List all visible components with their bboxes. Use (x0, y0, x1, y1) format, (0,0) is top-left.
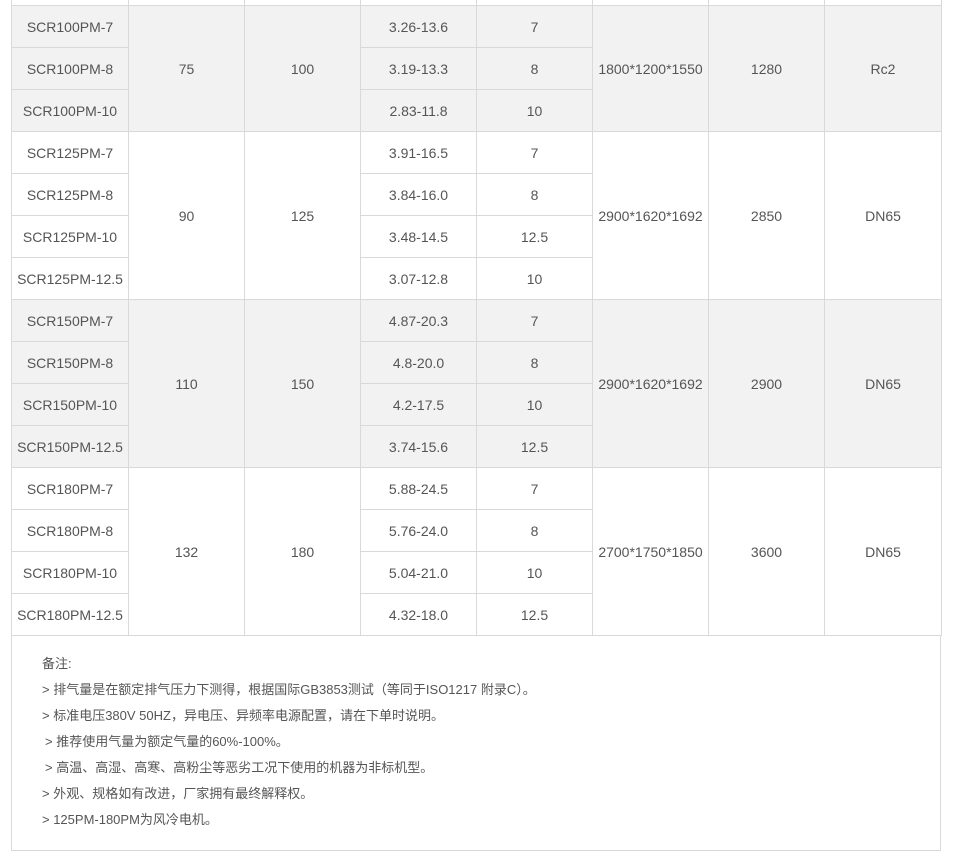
power-hp-cell: 180 (244, 467, 361, 636)
note-line: > 排气量是在额定排气压力下测得，根据国际GB3853测试（等同于ISO1217… (42, 682, 536, 697)
pressure-cell: 8 (476, 341, 593, 384)
flow-cell: 5.76-24.0 (360, 509, 477, 552)
note-line: > 外观、规格如有改进，厂家拥有最终解释权。 (42, 786, 314, 801)
table-row: SCR125PM-7 90 125 3.91-16.5 7 2900*1620*… (11, 131, 942, 300)
pressure-cell: 10 (476, 551, 593, 594)
flow-cell: 3.91-16.5 (360, 131, 477, 174)
pressure-cell: 10 (476, 383, 593, 426)
pressure-cell: 8 (476, 509, 593, 552)
pressure-cell: 12.5 (476, 593, 593, 636)
flow-cell: 3.84-16.0 (360, 173, 477, 216)
model-cell: SCR180PM-8 (11, 509, 129, 552)
pressure-cell: 12.5 (476, 215, 593, 258)
flow-cell: 5.88-24.5 (360, 467, 477, 510)
model-cell: SCR125PM-10 (11, 215, 129, 258)
pressure-cell: 12.5 (476, 425, 593, 468)
outlet-cell: DN65 (824, 299, 942, 468)
model-cell: SCR180PM-7 (11, 467, 129, 510)
flow-cell: 4.32-18.0 (360, 593, 477, 636)
dimensions-cell: 2900*1620*1692 (592, 131, 709, 300)
note-line: > 125PM-180PM为风冷电机。 (42, 812, 218, 827)
weight-cell: 2850 (708, 131, 825, 300)
spec-table-container: SCR100PM-7 75 100 3.26-13.6 7 1800*1200*… (11, 0, 942, 851)
model-cell: SCR150PM-8 (11, 341, 129, 384)
flow-cell: 4.2-17.5 (360, 383, 477, 426)
table-row: SCR180PM-7 132 180 5.88-24.5 7 2700*1750… (11, 467, 942, 636)
weight-cell: 3600 (708, 467, 825, 636)
model-cell: SCR180PM-10 (11, 551, 129, 594)
flow-cell: 5.04-21.0 (360, 551, 477, 594)
flow-cell: 2.83-11.8 (360, 89, 477, 132)
power-kw-cell: 110 (128, 299, 245, 468)
flow-cell: 3.48-14.5 (360, 215, 477, 258)
power-kw-cell: 75 (128, 5, 245, 132)
model-cell: SCR150PM-10 (11, 383, 129, 426)
pressure-cell: 10 (476, 257, 593, 300)
model-cell: SCR125PM-7 (11, 131, 129, 174)
power-hp-cell: 150 (244, 299, 361, 468)
dimensions-cell: 2900*1620*1692 (592, 299, 709, 468)
pressure-cell: 7 (476, 131, 593, 174)
notes-box: 备注: > 排气量是在额定排气压力下测得，根据国际GB3853测试（等同于ISO… (11, 636, 941, 851)
model-cell: SCR150PM-7 (11, 299, 129, 342)
model-cell: SCR100PM-8 (11, 47, 129, 90)
outlet-cell: DN65 (824, 131, 942, 300)
model-cell: SCR125PM-12.5 (11, 257, 129, 300)
note-line: > 推荐使用气量为额定气量的60%-100%。 (45, 734, 289, 749)
power-hp-cell: 125 (244, 131, 361, 300)
pressure-cell: 7 (476, 5, 593, 48)
weight-cell: 2900 (708, 299, 825, 468)
power-kw-cell: 132 (128, 467, 245, 636)
pressure-cell: 10 (476, 89, 593, 132)
flow-cell: 4.87-20.3 (360, 299, 477, 342)
model-cell: SCR180PM-12.5 (11, 593, 129, 636)
dimensions-cell: 2700*1750*1850 (592, 467, 709, 636)
pressure-cell: 7 (476, 467, 593, 510)
model-cell: SCR150PM-12.5 (11, 425, 129, 468)
notes-title: 备注: (42, 656, 72, 671)
spec-table: SCR100PM-7 75 100 3.26-13.6 7 1800*1200*… (11, 0, 942, 636)
pressure-cell: 8 (476, 47, 593, 90)
outlet-cell: DN65 (824, 467, 942, 636)
power-kw-cell: 90 (128, 131, 245, 300)
table-row: SCR100PM-7 75 100 3.26-13.6 7 1800*1200*… (11, 5, 942, 132)
flow-cell: 3.07-12.8 (360, 257, 477, 300)
power-hp-cell: 100 (244, 5, 361, 132)
model-cell: SCR100PM-10 (11, 89, 129, 132)
pressure-cell: 7 (476, 299, 593, 342)
note-line: > 高温、高湿、高寒、高粉尘等恶劣工况下使用的机器为非标机型。 (45, 760, 434, 775)
note-line: > 标准电压380V 50HZ，异电压、异频率电源配置，请在下单时说明。 (42, 708, 444, 723)
flow-cell: 3.26-13.6 (360, 5, 477, 48)
flow-cell: 3.19-13.3 (360, 47, 477, 90)
model-cell: SCR100PM-7 (11, 5, 129, 48)
model-cell: SCR125PM-8 (11, 173, 129, 216)
dimensions-cell: 1800*1200*1550 (592, 5, 709, 132)
weight-cell: 1280 (708, 5, 825, 132)
table-row: SCR150PM-7 110 150 4.87-20.3 7 2900*1620… (11, 299, 942, 468)
pressure-cell: 8 (476, 173, 593, 216)
spec-table-body: SCR100PM-7 75 100 3.26-13.6 7 1800*1200*… (11, 0, 942, 636)
flow-cell: 3.74-15.6 (360, 425, 477, 468)
outlet-cell: Rc2 (824, 5, 942, 132)
flow-cell: 4.8-20.0 (360, 341, 477, 384)
